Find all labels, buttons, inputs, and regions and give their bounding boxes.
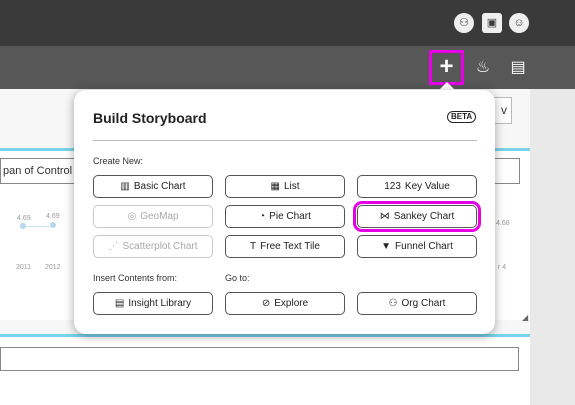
pie-chart-button[interactable]: ◔ Pie Chart bbox=[225, 205, 345, 228]
library-icon: ▤ bbox=[114, 298, 125, 309]
chart-point bbox=[20, 223, 26, 229]
tile-title-text: pan of Control bbox=[3, 165, 73, 177]
chart-data-label: 4.69 bbox=[17, 215, 31, 222]
badge-icon[interactable]: ▣ bbox=[482, 13, 502, 33]
sankey-icon: ⋈ bbox=[379, 211, 390, 222]
chart-data-label: 4.69 bbox=[46, 213, 60, 220]
theme-button[interactable]: ♨ bbox=[469, 54, 497, 82]
popover-title: Build Storyboard bbox=[93, 110, 207, 126]
palette-icon: ♨ bbox=[475, 59, 491, 76]
scatterplot-icon: ⋰ bbox=[108, 241, 119, 252]
bar-chart-icon: ▥ bbox=[120, 181, 130, 192]
scatterplot-chart-button[interactable]: ⋰ Scatterplot Chart bbox=[93, 235, 213, 258]
tile-title-field-2[interactable] bbox=[0, 347, 519, 371]
funnel-chart-button[interactable]: ▼ Funnel Chart bbox=[357, 235, 477, 258]
beta-badge: BETA bbox=[447, 111, 477, 123]
chart-x-tick: 2012 bbox=[45, 264, 61, 271]
chart-point bbox=[50, 222, 56, 228]
add-tile-button[interactable]: + bbox=[429, 50, 464, 85]
insight-library-button[interactable]: ▤ Insight Library bbox=[93, 292, 213, 315]
storyboard-toolbar: + ♨ ▤ bbox=[0, 46, 575, 89]
save-button[interactable]: ▤ bbox=[504, 54, 532, 82]
key-value-icon: 123 bbox=[384, 181, 401, 192]
right-gutter bbox=[530, 89, 575, 405]
background-button-label: v bbox=[501, 103, 507, 117]
funnel-icon: ▼ bbox=[381, 241, 392, 252]
pie-chart-icon: ◔ bbox=[259, 211, 266, 222]
resize-handle-icon[interactable]: ◢ bbox=[522, 313, 528, 322]
explore-button[interactable]: ⊘ Explore bbox=[225, 292, 345, 315]
chart-line bbox=[22, 226, 54, 227]
insert-contents-label: Insert Contents from: bbox=[93, 273, 178, 283]
account-icon[interactable]: ☺ bbox=[509, 13, 529, 33]
list-button[interactable]: ▦ List bbox=[225, 175, 345, 198]
chart-x-tick: r 4 bbox=[498, 264, 507, 271]
key-value-button[interactable]: 123 Key Value bbox=[357, 175, 477, 198]
divider bbox=[93, 140, 477, 141]
sankey-chart-button[interactable]: ⋈ Sankey Chart bbox=[353, 201, 481, 232]
org-chart-icon: ⚇ bbox=[388, 298, 398, 309]
create-new-label: Create New: bbox=[93, 156, 144, 166]
user-group-icon[interactable]: ⚇ bbox=[454, 13, 474, 33]
chart-data-label: 4.68 bbox=[496, 220, 510, 227]
geomap-button[interactable]: ◎ GeoMap bbox=[93, 205, 213, 228]
text-icon: T bbox=[250, 241, 257, 252]
save-icon: ▤ bbox=[510, 59, 526, 76]
go-to-label: Go to: bbox=[225, 273, 250, 283]
plus-icon: + bbox=[439, 53, 454, 80]
build-storyboard-popover: Build Storyboard BETA Create New: ▥ Basic… bbox=[74, 90, 495, 334]
compass-icon: ⊘ bbox=[261, 298, 271, 309]
org-chart-button[interactable]: ⚇ Org Chart bbox=[357, 292, 477, 315]
top-bar: ⚇ ▣ ☺ bbox=[0, 0, 575, 46]
list-icon: ▦ bbox=[270, 181, 280, 192]
map-pin-icon: ◎ bbox=[127, 211, 137, 222]
free-text-tile-button[interactable]: T Free Text Tile bbox=[225, 235, 345, 258]
chart-x-tick: 2011 bbox=[16, 264, 32, 271]
basic-chart-button[interactable]: ▥ Basic Chart bbox=[93, 175, 213, 198]
